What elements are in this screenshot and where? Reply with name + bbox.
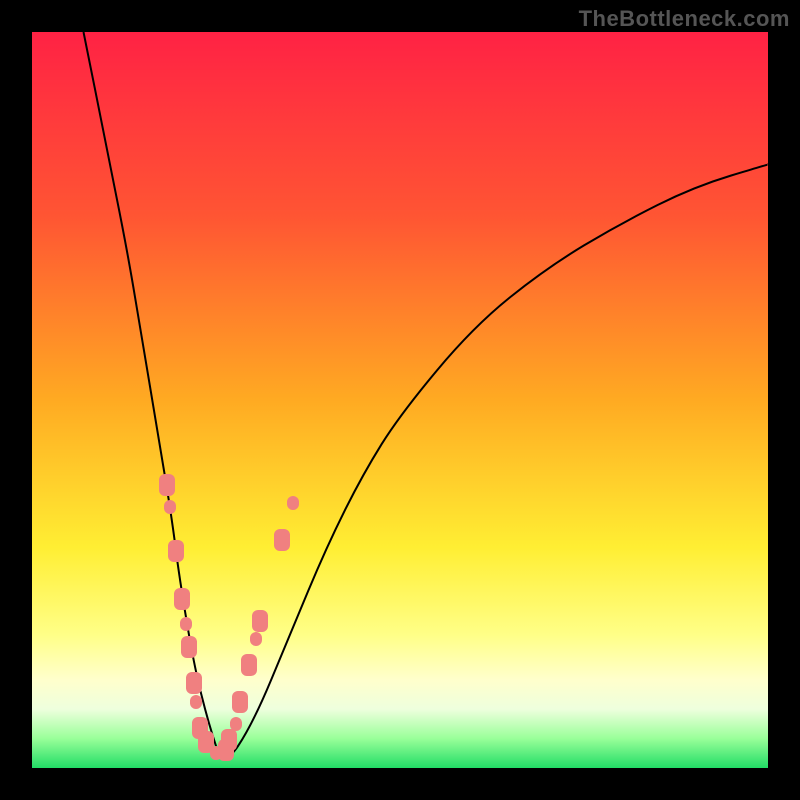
data-marker [232,691,248,713]
data-marker [164,500,176,514]
data-marker [181,636,197,658]
data-marker [250,632,262,646]
data-marker [287,496,299,510]
data-marker [274,529,290,551]
data-marker [190,695,202,709]
data-marker [241,654,257,676]
chart-frame [0,0,800,800]
data-marker [174,588,190,610]
data-marker [252,610,268,632]
data-marker [168,540,184,562]
data-marker [180,617,192,631]
data-marker [186,672,202,694]
data-marker [159,474,175,496]
watermark-text: TheBottleneck.com [579,6,790,32]
plot-area [32,32,768,768]
data-marker [230,717,242,731]
bottleneck-curve [32,32,768,768]
data-marker [221,729,237,751]
